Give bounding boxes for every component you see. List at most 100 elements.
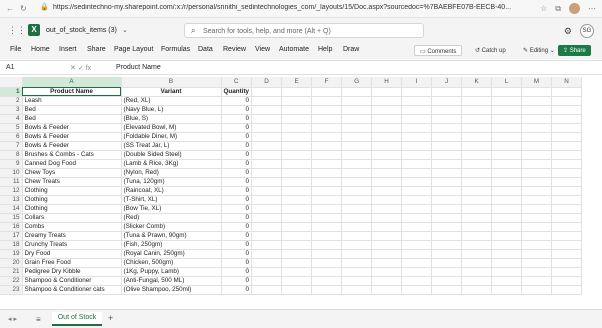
empty-cell[interactable] [431,222,463,232]
empty-cell[interactable] [251,213,283,223]
tab-home[interactable]: Home [31,46,50,53]
cell[interactable]: (Slicker Comb) [121,222,222,232]
cell[interactable]: 0 [221,168,253,178]
formula-input[interactable]: Product Name [116,64,161,71]
empty-cell[interactable] [461,249,493,259]
empty-cell[interactable] [251,276,283,286]
cell[interactable]: (Anti-Fungal, 500 ML) [121,276,222,286]
empty-cell[interactable] [281,195,313,205]
cell[interactable]: (Double Sided Steel) [121,150,222,160]
empty-cell[interactable] [461,267,493,277]
cell[interactable]: 0 [221,195,253,205]
empty-cell[interactable] [491,132,523,142]
empty-cell[interactable] [431,105,463,115]
empty-cell[interactable] [401,195,433,205]
row-number[interactable]: 13 [0,195,23,205]
empty-cell[interactable] [311,132,343,142]
cell[interactable]: Crunchy Treats [22,240,122,250]
column-header-a[interactable]: A [22,77,122,88]
empty-cell[interactable] [521,222,553,232]
row-number[interactable]: 7 [0,141,23,151]
empty-cell[interactable] [551,267,583,277]
empty-cell[interactable] [311,150,343,160]
empty-cell[interactable] [431,141,463,151]
empty-cell[interactable] [401,114,433,124]
empty-cell[interactable] [521,195,553,205]
empty-cell[interactable] [341,150,373,160]
empty-cell[interactable] [491,240,523,250]
empty-cell[interactable] [551,231,583,241]
empty-cell[interactable] [311,204,343,214]
cell[interactable]: 0 [221,96,253,106]
empty-cell[interactable] [521,141,553,151]
empty-cell[interactable] [551,195,583,205]
empty-cell[interactable] [371,213,403,223]
empty-cell[interactable] [281,114,313,124]
cell[interactable]: 0 [221,123,253,133]
column-header-k[interactable]: K [461,77,493,88]
cell[interactable]: Chew Treats [22,177,122,187]
empty-cell[interactable] [551,285,583,295]
cell[interactable]: (Olive Shampoo, 250ml) [121,285,222,295]
cell[interactable]: (Tuna & Prawn, 90gm) [121,231,222,241]
cell[interactable]: Combs [22,222,122,232]
address-bar[interactable]: 🔒 https://sedintechno-my.sharepoint.com/… [40,3,518,15]
empty-cell[interactable] [341,276,373,286]
cell[interactable]: 0 [221,186,253,196]
tab-insert[interactable]: Insert [59,46,77,53]
empty-cell[interactable] [431,249,463,259]
empty-cell[interactable] [401,222,433,232]
cell[interactable]: (Lamb & Rice, 3Kg) [121,159,222,169]
empty-cell[interactable] [281,105,313,115]
tab-review[interactable]: Review [223,46,246,53]
row-number[interactable]: 10 [0,168,23,178]
empty-cell[interactable] [551,105,583,115]
empty-cell[interactable] [491,231,523,241]
profile-avatar[interactable] [569,3,580,14]
empty-cell[interactable] [521,114,553,124]
empty-cell[interactable] [521,159,553,169]
empty-cell[interactable] [551,213,583,223]
row-number[interactable]: 19 [0,249,23,259]
empty-cell[interactable] [461,231,493,241]
file-title[interactable]: out_of_stock_items (3) [46,27,117,34]
empty-cell[interactable] [521,105,553,115]
cell[interactable]: (Chicken, 500gm) [121,258,222,268]
empty-cell[interactable] [341,96,373,106]
empty-cell[interactable] [341,87,373,97]
column-header-e[interactable]: E [281,77,313,88]
empty-cell[interactable] [371,150,403,160]
cell[interactable]: 0 [221,114,253,124]
empty-cell[interactable] [251,231,283,241]
empty-cell[interactable] [251,258,283,268]
empty-cell[interactable] [491,267,523,277]
empty-cell[interactable] [281,186,313,196]
row-number[interactable]: 15 [0,213,23,223]
header-cell[interactable]: Product Name [22,87,122,97]
column-header-c[interactable]: C [221,77,253,88]
cell[interactable]: 0 [221,231,253,241]
comments-button[interactable]: ▭ Comments [414,45,463,56]
empty-cell[interactable] [461,177,493,187]
row-number[interactable]: 14 [0,204,23,214]
editing-button[interactable]: ✎ Editing ⌄ [518,45,560,56]
column-header-h[interactable]: H [371,77,403,88]
empty-cell[interactable] [311,159,343,169]
cell[interactable]: 0 [221,222,253,232]
empty-cell[interactable] [461,114,493,124]
empty-cell[interactable] [461,87,493,97]
empty-cell[interactable] [341,159,373,169]
empty-cell[interactable] [281,249,313,259]
header-cell[interactable]: Variant [121,87,222,97]
empty-cell[interactable] [371,96,403,106]
cell[interactable]: 0 [221,213,253,223]
empty-cell[interactable] [281,222,313,232]
empty-cell[interactable] [251,204,283,214]
empty-cell[interactable] [311,222,343,232]
empty-cell[interactable] [371,258,403,268]
empty-cell[interactable] [251,285,283,295]
row-number[interactable]: 12 [0,186,23,196]
favorite-icon[interactable]: ☆ [540,4,547,13]
cell[interactable]: Bowls & Feeder [22,123,122,133]
empty-cell[interactable] [401,168,433,178]
